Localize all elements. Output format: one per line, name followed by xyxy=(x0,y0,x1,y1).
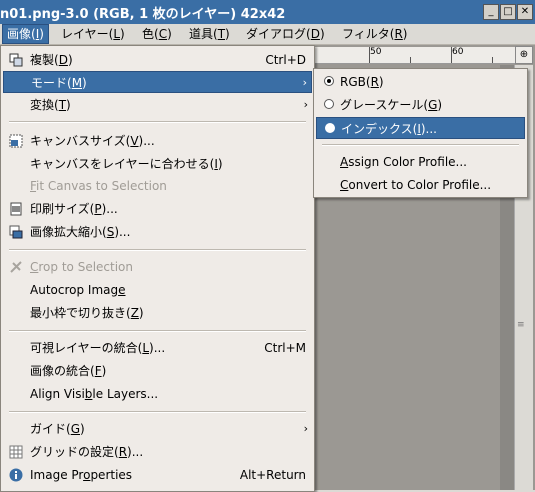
ruler-tick xyxy=(451,47,452,63)
crop-icon xyxy=(10,261,22,273)
horizontal-ruler: 50 60 xyxy=(315,47,515,64)
scrollbar-grip-icon[interactable]: ≡ xyxy=(517,320,525,330)
submenu-arrow-icon: › xyxy=(303,422,308,435)
menu-separator xyxy=(322,144,519,146)
menu-tools[interactable]: 道具(T) xyxy=(185,25,234,43)
menu-separator xyxy=(9,411,306,413)
menu-separator xyxy=(9,121,306,123)
menu-filters[interactable]: フィルタ(R) xyxy=(338,25,411,43)
menu-item-fit-canvas-selection: Fit Canvas to Selection xyxy=(30,179,167,193)
ruler-tick xyxy=(369,47,370,63)
menu-item-transform[interactable]: 変換(T) › xyxy=(3,94,312,116)
menu-item-canvas-size[interactable]: キャンバスサイズ(V)... xyxy=(3,130,312,152)
submenu-item-assign-profile[interactable]: Assign Color Profile... xyxy=(316,151,525,173)
minimize-button[interactable]: _ xyxy=(483,4,499,20)
menu-item-print-size[interactable]: 印刷サイズ(P)... xyxy=(3,198,312,220)
title-bar: n01.png-3.0 (RGB, 1 枚のレイヤー) 42x42 _ □ ✕ xyxy=(0,0,535,24)
menu-layer[interactable]: レイヤー(L) xyxy=(57,25,129,43)
window-title: n01.png-3.0 (RGB, 1 枚のレイヤー) 42x42 xyxy=(0,7,286,22)
menu-image[interactable]: 画像(I) xyxy=(2,24,49,44)
menu-item-zealous-crop[interactable]: 最小枠で切り抜き(Z) xyxy=(3,302,312,324)
maximize-button[interactable]: □ xyxy=(500,4,516,20)
canvas-size-icon xyxy=(9,134,23,148)
print-size-icon xyxy=(10,202,22,216)
menu-item-flatten[interactable]: 画像の統合(F) xyxy=(3,360,312,382)
submenu-arrow-icon: › xyxy=(302,76,307,89)
accel-duplicate: Ctrl+D xyxy=(265,53,306,67)
menu-item-guides[interactable]: ガイド(G) › xyxy=(3,418,312,440)
scale-icon xyxy=(9,225,23,239)
menu-separator xyxy=(9,330,306,332)
ruler-tick xyxy=(410,57,411,63)
menu-item-merge-visible[interactable]: 可視レイヤーの統合(L)... Ctrl+M xyxy=(3,337,312,359)
submenu-item-rgb[interactable]: RGB(R) xyxy=(316,71,525,93)
duplicate-icon xyxy=(9,53,23,67)
submenu-item-convert-profile[interactable]: Convert to Color Profile... xyxy=(316,174,525,196)
close-button[interactable]: ✕ xyxy=(517,4,533,20)
radio-checked-icon xyxy=(324,76,334,86)
menu-item-scale-image[interactable]: 画像拡大縮小(S)... xyxy=(3,221,312,243)
grid-icon xyxy=(9,445,23,459)
ruler-label-50: 50 xyxy=(370,47,382,57)
submenu-item-grayscale[interactable]: グレースケール(G) xyxy=(316,94,525,116)
accel-merge-visible: Ctrl+M xyxy=(264,341,306,355)
radio-unchecked-icon xyxy=(324,99,334,109)
menu-item-duplicate[interactable]: 複製(D) Ctrl+D xyxy=(3,49,312,71)
menu-separator xyxy=(9,249,306,251)
info-icon xyxy=(9,468,23,482)
menu-dialogs[interactable]: ダイアログ(D) xyxy=(242,25,329,43)
image-menu-dropdown: 複製(D) Ctrl+D モード(M) › 変換(T) › キャンバスサイズ(V… xyxy=(0,45,315,492)
menu-item-autocrop[interactable]: Autocrop Image xyxy=(3,279,312,301)
submenu-arrow-icon: › xyxy=(303,98,308,111)
menu-item-grid[interactable]: グリッドの設定(R)... xyxy=(3,441,312,463)
ruler-tick xyxy=(492,57,493,63)
menu-item-crop-selection: Crop to Selection xyxy=(3,256,312,278)
mode-submenu: RGB(R) グレースケール(G) インデックス(I)... Assign Co… xyxy=(313,68,528,198)
menu-color[interactable]: 色(C) xyxy=(138,25,176,43)
radio-unchecked-icon xyxy=(325,123,335,133)
submenu-item-indexed[interactable]: インデックス(I)... xyxy=(316,117,525,139)
ruler-label-60: 60 xyxy=(452,47,464,57)
menu-item-align-layers[interactable]: Align Visible Layers... xyxy=(3,383,312,405)
menu-bar: 画像(I) レイヤー(L) 色(C) 道具(T) ダイアログ(D) フィルタ(R… xyxy=(0,24,535,45)
accel-image-properties: Alt+Return xyxy=(239,468,306,482)
menu-item-mode[interactable]: モード(M) › xyxy=(3,71,312,93)
menu-item-fit-canvas-layers[interactable]: キャンバスをレイヤーに合わせる(I) xyxy=(3,153,312,175)
zoom-icon[interactable]: ⊕ xyxy=(515,46,533,64)
menu-item-image-properties[interactable]: Image Properties Alt+Return xyxy=(3,464,312,486)
